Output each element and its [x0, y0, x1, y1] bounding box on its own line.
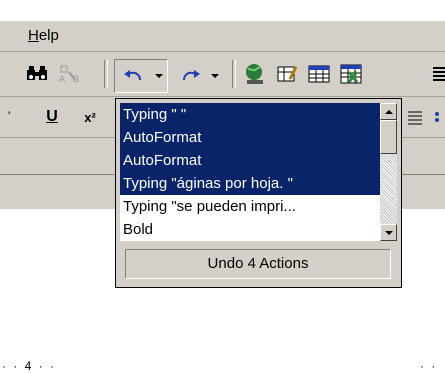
underline-button[interactable]: U: [38, 103, 66, 131]
insert-excel-icon[interactable]: [336, 60, 366, 88]
menu-bar: Help: [0, 21, 445, 52]
menu-help-rest: elp: [38, 27, 59, 44]
redo-dropdown-arrow[interactable]: [208, 61, 222, 91]
undo-list-item[interactable]: AutoFormat: [120, 126, 380, 149]
align-justify-icon[interactable]: [404, 105, 426, 129]
menu-help[interactable]: Help: [28, 27, 59, 44]
format-painter-icon[interactable]: BA: [56, 60, 86, 86]
undo-actions-popup: Typing " " AutoFormat AutoFormat Typing …: [115, 98, 402, 288]
web-icon[interactable]: [240, 60, 270, 88]
undo-list-item[interactable]: Typing "áginas por hoja. ": [120, 172, 380, 195]
insert-table-icon[interactable]: [304, 60, 334, 88]
redo-icon[interactable]: [176, 64, 206, 88]
undo-list-item[interactable]: AutoFormat: [120, 149, 380, 172]
toolbar-separator: [104, 60, 108, 88]
svg-text:B: B: [73, 74, 79, 84]
svg-text:A: A: [59, 74, 65, 84]
undo-count-status: Undo 4 Actions: [125, 249, 391, 279]
scroll-down-icon: [384, 230, 393, 235]
tables-borders-icon[interactable]: [272, 60, 302, 88]
undo-actions-list[interactable]: Typing " " AutoFormat AutoFormat Typing …: [120, 103, 380, 241]
window-top-strip: [0, 0, 445, 21]
menu-help-mnemonic: H: [28, 27, 39, 44]
undo-list-item[interactable]: Bold: [120, 218, 380, 241]
undo-icon[interactable]: [118, 64, 148, 88]
undo-list-scrollbar[interactable]: [380, 103, 397, 241]
undo-list-item[interactable]: Typing "se pueden impri...: [120, 195, 380, 218]
scroll-up-button[interactable]: [380, 103, 397, 120]
ruler-marks-left: · · 4 · ·: [2, 359, 56, 373]
scroll-down-button[interactable]: [380, 224, 397, 241]
numbering-icon[interactable]: [432, 105, 445, 129]
standard-toolbar: BA: [0, 52, 445, 97]
scroll-thumb[interactable]: [380, 120, 397, 154]
binoculars-icon[interactable]: [24, 60, 50, 86]
undo-dropdown-arrow[interactable]: [152, 61, 166, 91]
scroll-up-icon: [384, 109, 393, 114]
undo-list-item[interactable]: Typing " ": [120, 103, 380, 126]
toolbar-separator: [232, 60, 236, 88]
superscript-button[interactable]: x²: [76, 103, 104, 131]
toolbar-edge-mark: ': [8, 109, 11, 123]
ruler-marks-right: · ·: [420, 359, 438, 373]
columns-icon[interactable]: [432, 64, 445, 84]
